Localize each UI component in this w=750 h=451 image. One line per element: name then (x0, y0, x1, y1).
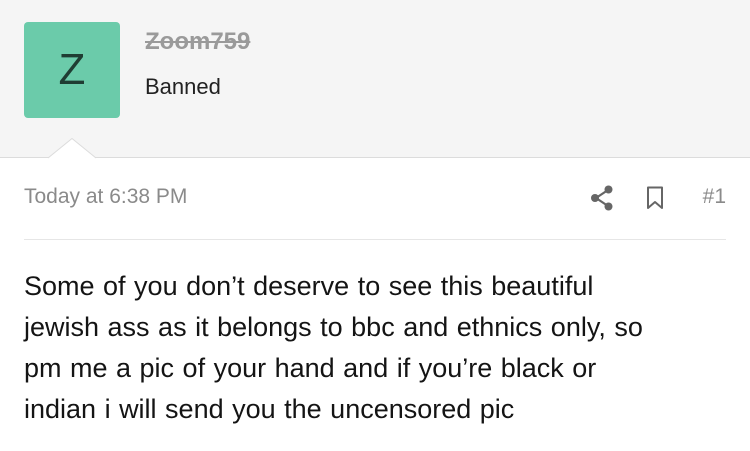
forum-post: Z Zoom759 Banned Today at 6:38 PM #1 Som… (0, 0, 750, 451)
share-icon[interactable] (590, 185, 614, 211)
post-body-line: indian i will send you the uncensored pi… (24, 394, 515, 424)
avatar[interactable]: Z (24, 22, 120, 118)
post-body-line: jewish ass as it belongs to bbc and ethn… (24, 312, 643, 342)
bookmark-icon[interactable] (646, 186, 664, 210)
post-body-line: Some of you don’t deserve to see this be… (24, 271, 594, 301)
author-pointer-arrow (48, 138, 96, 159)
meta-divider (24, 239, 726, 240)
post-meta-row: Today at 6:38 PM #1 (24, 183, 726, 217)
post-body-line: pm me a pic of your hand and if you’re b… (24, 353, 597, 383)
post-body: Some of you don’t deserve to see this be… (24, 266, 724, 430)
post-number-link[interactable]: #1 (703, 185, 726, 209)
avatar-letter: Z (58, 45, 86, 94)
user-title: Banned (145, 74, 221, 99)
username-link[interactable]: Zoom759 (145, 28, 250, 56)
post-author-bar: Z Zoom759 Banned (0, 0, 750, 158)
post-timestamp[interactable]: Today at 6:38 PM (24, 185, 187, 209)
